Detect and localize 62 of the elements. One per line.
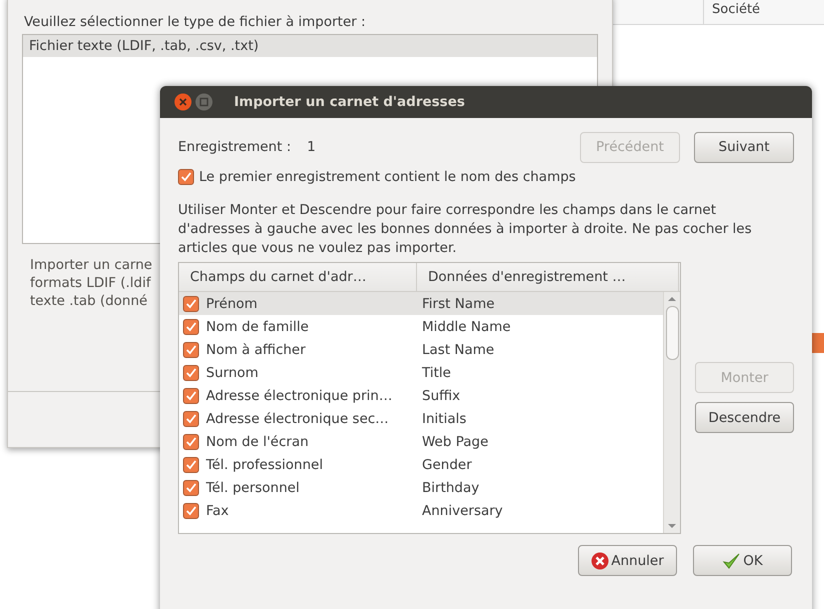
table-cell: Tél. personnel: [206, 480, 300, 496]
table-cell-text: Birthday: [421, 480, 480, 496]
table-cell-text: Last Name: [421, 342, 494, 358]
table-cell-text: First Name: [421, 296, 495, 312]
record-number: 1: [307, 139, 316, 155]
table-cell-text: Gender: [421, 456, 472, 472]
table-cell: Nom à afficher: [206, 342, 306, 358]
column-header[interactable]: Données d'enregistrement …: [417, 263, 679, 291]
table-row[interactable]: Adresse électronique sec… Initials: [179, 407, 663, 430]
checkbox[interactable]: [183, 434, 199, 450]
checkbox[interactable]: [183, 480, 199, 496]
table-cell: Tél. professionnel: [206, 456, 323, 472]
table-cell: Prénom: [206, 296, 258, 312]
table-cell: Fax: [206, 502, 229, 518]
checkbox[interactable]: [183, 502, 199, 518]
table-row[interactable]: Prénom First Name: [179, 292, 663, 315]
table-cell: Nom de l'écran: [206, 434, 309, 450]
list-item[interactable]: Fichier texte (LDIF, .tab, .csv, .txt): [23, 35, 597, 57]
table-cell-text: Suffix: [421, 388, 460, 404]
checkbox[interactable]: [183, 318, 199, 334]
scrollbar[interactable]: [663, 292, 680, 533]
cancel-icon: [591, 552, 610, 570]
table-row[interactable]: Nom de l'écran Web Page: [179, 430, 663, 453]
table-row[interactable]: Nom de famille Middle Name: [179, 315, 663, 338]
checkbox-label: Le premier enregistrement contient le nom des champs: [199, 169, 576, 185]
move-down-button[interactable]: Descendre: [695, 402, 794, 433]
ok-button[interactable]: OK: [693, 545, 792, 576]
table-cell: Surnom: [206, 364, 258, 380]
checkbox[interactable]: [183, 410, 199, 426]
table-cell: Adresse électronique sec…: [206, 410, 389, 426]
table-cell: Nom de famille: [206, 318, 309, 334]
column-header[interactable]: Champs du carnet d'adr…: [179, 263, 417, 291]
description-text: formats LDIF (.ldif: [30, 274, 151, 292]
table-cell-text: Title: [421, 364, 451, 380]
table-row[interactable]: Tél. professionnel Gender: [179, 453, 663, 476]
prompt-label: Veuillez sélectionner le type de fichier à importer :: [23, 13, 367, 32]
table-cell-text: Anniversary: [421, 502, 503, 518]
table-row[interactable]: Adresse électronique prin… Suffix: [179, 384, 663, 407]
cancel-button[interactable]: Annuler: [578, 545, 677, 576]
table-row[interactable]: Nom à afficher Last Name: [179, 338, 663, 361]
table-cell-text: Web Page: [421, 434, 488, 450]
checkbox[interactable]: [183, 296, 199, 312]
checkbox[interactable]: [183, 388, 199, 404]
table-cell: Adresse électronique prin…: [206, 388, 392, 404]
close-icon[interactable]: [174, 93, 192, 111]
checkbox[interactable]: [183, 364, 199, 380]
table-row[interactable]: Tél. personnel Birthday: [179, 476, 663, 499]
table-cell-text: Middle Name: [421, 318, 511, 334]
checkbox[interactable]: [178, 169, 194, 185]
instructions-text: Utiliser Monter et Descendre pour faire correspondre les champs dans le carnet d'adresses à gauche avec les bonnes données à importer à droite. Ne pas cocher les articles que vous ne voulez pas importer.: [178, 201, 753, 258]
table-row[interactable]: Surnom Title: [179, 361, 663, 384]
table-cell-text: Initials: [421, 410, 466, 426]
record-label: Enregistrement :: [178, 139, 291, 155]
description-text: texte .tab (donné: [30, 292, 148, 310]
table-row[interactable]: Fax Anniversary: [179, 499, 663, 522]
checkmark-icon: [722, 552, 742, 570]
window-title: Importer un carnet d'adresses: [234, 94, 465, 110]
next-button[interactable]: Suivant: [694, 132, 794, 162]
description-text: Importer un carne: [30, 256, 152, 274]
checkbox[interactable]: [183, 456, 199, 472]
checkbox[interactable]: [183, 342, 199, 358]
scrollbar-thumb[interactable]: [666, 306, 678, 360]
